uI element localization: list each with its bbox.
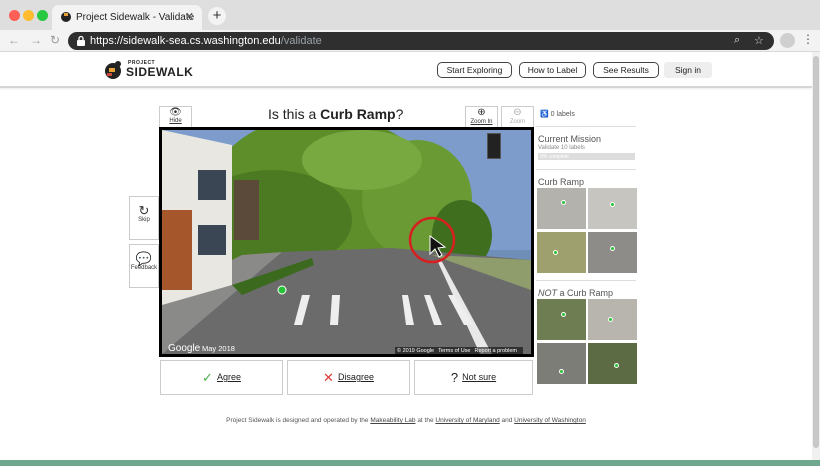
close-window-button[interactable]: [9, 10, 20, 21]
mission-progress-text: 0% complete: [540, 154, 569, 160]
checkmark-icon: ✓: [202, 370, 213, 386]
zoom-out-icon: ⊖: [513, 107, 522, 118]
positive-example-thumbnail[interactable]: [537, 232, 586, 273]
hide-label-text: Hide: [169, 118, 182, 124]
negative-example-thumbnail[interactable]: [537, 299, 586, 340]
forward-arrow-icon[interactable]: →: [30, 33, 42, 47]
see-results-button[interactable]: See Results: [593, 62, 659, 78]
zoom-out-button[interactable]: ⊖ Zoom: [501, 106, 534, 128]
speech-bubble-icon: 💬: [135, 251, 153, 266]
street-view-compass[interactable]: [487, 133, 501, 159]
start-exploring-button[interactable]: Start Exploring: [437, 62, 512, 78]
positive-example-thumbnail[interactable]: [588, 188, 637, 229]
report-problem-link[interactable]: Report a problem: [475, 348, 518, 354]
minimize-window-button[interactable]: [23, 10, 34, 21]
browser-menu-icon[interactable]: ⋮: [802, 32, 814, 46]
bottom-strip: [0, 460, 820, 466]
bookmark-star-icon[interactable]: ☆: [754, 34, 764, 47]
back-arrow-icon[interactable]: ←: [8, 33, 20, 47]
google-watermark: Google: [168, 343, 201, 354]
panel-divider: [536, 169, 636, 170]
uw-link[interactable]: University of Washington: [514, 417, 586, 424]
browser-toolbar: ← → ↻ https://sidewalk-sea.cs.washington…: [0, 30, 820, 52]
tab-title: Project Sidewalk - Validate: [76, 12, 195, 23]
negative-example-thumbnail[interactable]: [537, 343, 586, 384]
positive-example-thumbnail[interactable]: [588, 232, 637, 273]
makeability-lab-link[interactable]: Makeability Lab: [370, 417, 415, 424]
positive-example-thumbnail[interactable]: [537, 188, 586, 229]
rotate-icon: ↻: [138, 203, 150, 218]
agree-button[interactable]: ✓ Agree: [160, 360, 283, 395]
label-counter: ♿ 0 labels: [540, 111, 575, 118]
hide-label-button[interactable]: 👁 Hide: [159, 106, 192, 128]
how-to-label-button[interactable]: How to Label: [519, 62, 586, 78]
logo-text: SIDEWALK: [126, 65, 194, 79]
pano-legal-bar: © 2019 Google Terms of Use Report a proble…: [395, 347, 523, 354]
scrollbar-thumb[interactable]: [813, 56, 819, 448]
lock-icon: [77, 35, 85, 46]
project-sidewalk-logo[interactable]: PROJECT SIDEWALK: [104, 59, 194, 81]
browser-tab-bar: Project Sidewalk - Validate ✕ +: [0, 0, 820, 30]
page-footer: Project Sidewalk is designed and operate…: [226, 417, 586, 424]
address-bar[interactable]: https://sidewalk-sea.cs.washington.edu/v…: [68, 32, 774, 50]
negative-examples-title: NOT a Curb Ramp: [538, 288, 614, 298]
question-label-type: Curb Ramp: [320, 106, 396, 122]
negative-example-thumbnail[interactable]: [588, 343, 637, 384]
profile-avatar[interactable]: [780, 33, 795, 48]
mission-title: Current Mission: [538, 134, 602, 144]
question-mark-icon: ?: [450, 370, 459, 386]
zoom-in-button[interactable]: ⊕ Zoom In: [465, 106, 498, 128]
panel-divider: [536, 280, 636, 281]
new-tab-button[interactable]: +: [208, 7, 226, 25]
tab-close-icon[interactable]: ✕: [185, 10, 194, 23]
zoom-icon[interactable]: ⌕: [734, 34, 740, 47]
reload-icon[interactable]: ↻: [50, 33, 60, 47]
street-view-panorama[interactable]: Google May 2018 © 2019 Google Terms of Us…: [159, 127, 534, 357]
terms-link[interactable]: Terms of Use: [438, 348, 470, 354]
feedback-button[interactable]: 💬 Feedback: [129, 244, 159, 288]
maximize-window-button[interactable]: [37, 10, 48, 21]
negative-example-thumbnail[interactable]: [588, 299, 637, 340]
panel-divider: [536, 126, 636, 127]
site-header: PROJECT SIDEWALK Start Exploring How to …: [0, 52, 812, 88]
disagree-button[interactable]: ✕ Disagree: [287, 360, 410, 395]
url-text: https://sidewalk-sea.cs.washington.edu/v…: [90, 35, 322, 47]
x-mark-icon: ✕: [323, 370, 334, 386]
mission-description: Validate 10 labels: [538, 145, 585, 151]
validation-question: Is this a Curb Ramp?: [268, 106, 404, 122]
label-count-icon: ♿: [540, 111, 549, 118]
umd-link[interactable]: University of Maryland: [435, 417, 499, 424]
not-sure-button[interactable]: ? Not sure: [414, 360, 533, 395]
logo-mark-icon: [105, 61, 121, 79]
zoom-in-icon: ⊕: [477, 107, 486, 118]
sign-in-button[interactable]: Sign in: [664, 62, 712, 78]
skip-button[interactable]: ↻ Skip: [129, 196, 159, 240]
browser-tab[interactable]: Project Sidewalk - Validate ✕: [52, 5, 202, 30]
street-scene-image: [162, 130, 531, 354]
project-sidewalk-favicon-icon: [61, 12, 71, 22]
imagery-date: May 2018: [202, 344, 235, 353]
positive-examples-title: Curb Ramp: [538, 177, 585, 187]
eye-slash-icon: 👁: [169, 107, 182, 118]
